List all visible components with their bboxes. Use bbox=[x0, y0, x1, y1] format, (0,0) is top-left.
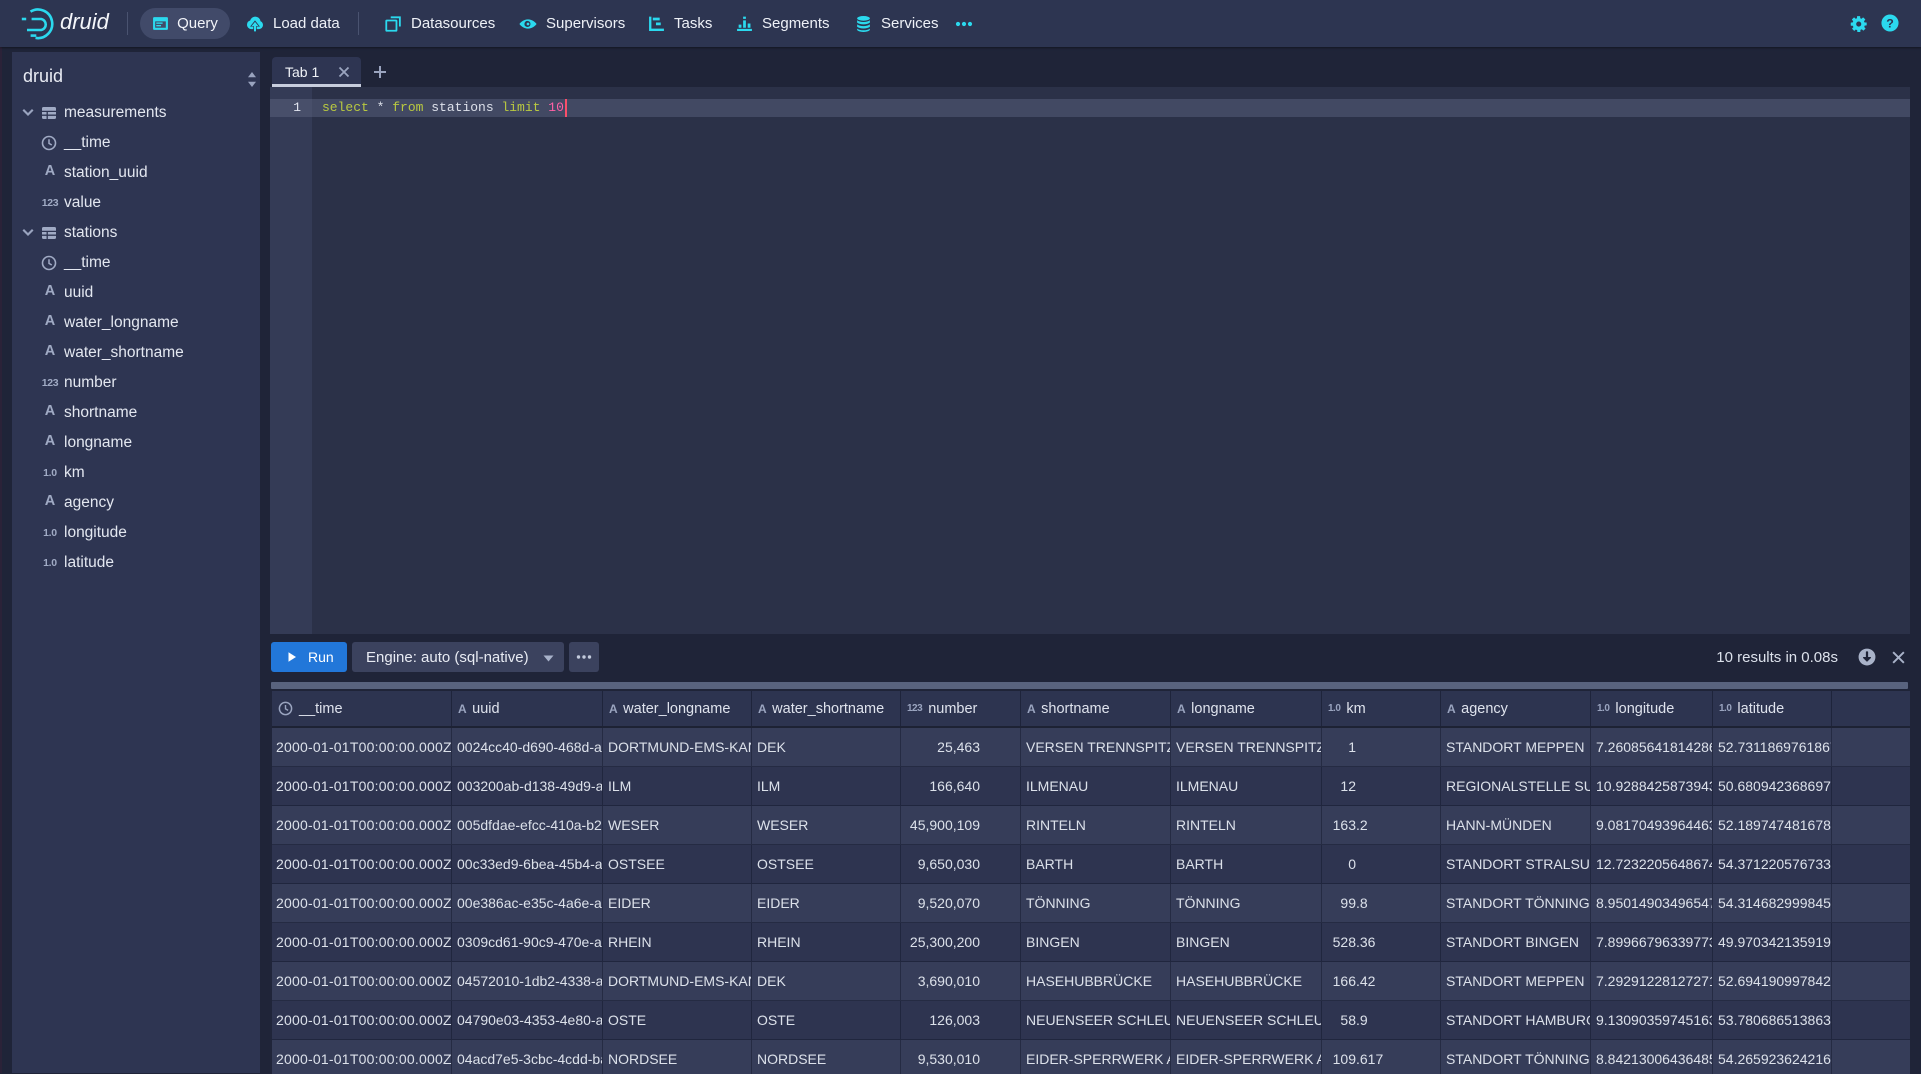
svg-text:?: ? bbox=[1886, 16, 1894, 30]
